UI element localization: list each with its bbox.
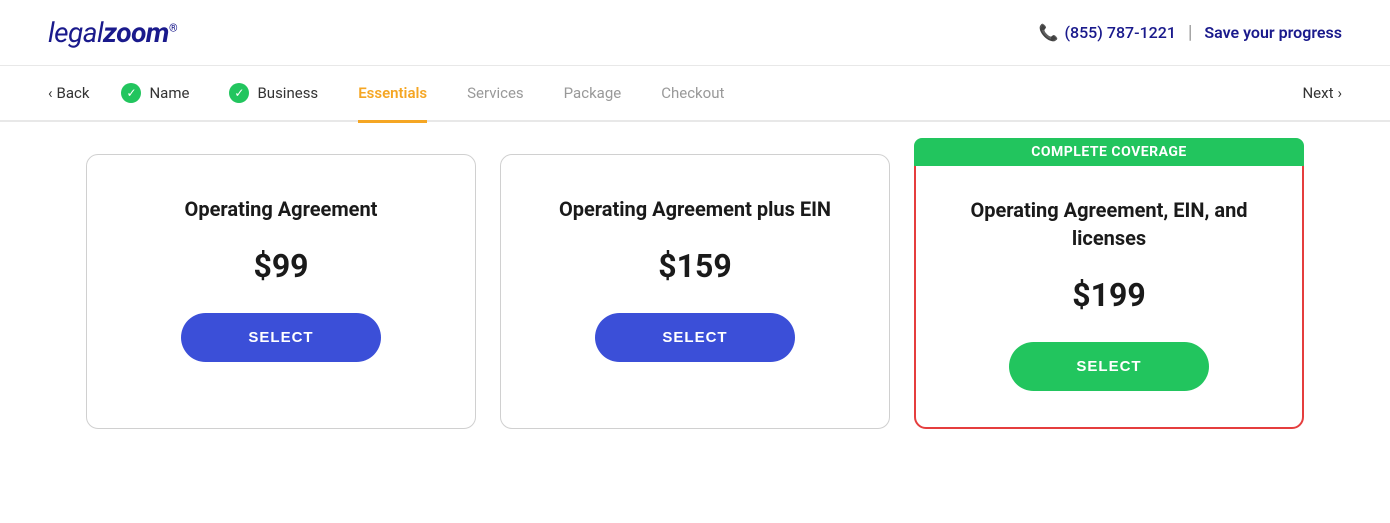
logo-trademark: ®	[169, 22, 177, 35]
nav-step-checkout-label: Checkout	[661, 84, 724, 102]
main-content: Operating Agreement $99 SELECT Operating…	[0, 122, 1390, 461]
card-3-price: $199	[1072, 276, 1145, 314]
phone-number: (855) 787-1221	[1064, 23, 1175, 42]
cards-container: Operating Agreement $99 SELECT Operating…	[48, 154, 1342, 429]
header-right: 📞 (855) 787-1221 | Save your progress	[1039, 22, 1342, 43]
header: legalzoom® 📞 (855) 787-1221 | Save your …	[0, 0, 1390, 66]
nav-bar: ‹ Back ✓ Name ✓ Business Essentials Serv…	[0, 66, 1390, 122]
card-2-title: Operating Agreement plus EIN	[559, 195, 831, 223]
header-separator: |	[1188, 22, 1192, 43]
nav-step-checkout[interactable]: Checkout	[661, 66, 724, 123]
logo-legal: legalzoom®	[48, 16, 177, 49]
nav-step-essentials[interactable]: Essentials	[358, 66, 427, 123]
phone-icon: 📞	[1039, 23, 1059, 42]
nav-step-name[interactable]: ✓ Name	[121, 65, 189, 124]
check-icon-name: ✓	[121, 83, 141, 103]
card-1-select-button[interactable]: SELECT	[181, 313, 381, 362]
check-icon-business: ✓	[229, 83, 249, 103]
card-1-title: Operating Agreement	[185, 195, 378, 223]
nav-step-name-label: Name	[149, 84, 189, 102]
card-3-title: Operating Agreement, EIN, and licenses	[948, 196, 1270, 252]
card-operating-agreement-ein: Operating Agreement plus EIN $159 SELECT	[500, 154, 890, 429]
nav-step-services-label: Services	[467, 84, 524, 102]
card-2-price: $159	[658, 247, 731, 285]
nav-step-essentials-label: Essentials	[358, 84, 427, 102]
logo: legalzoom®	[48, 16, 177, 49]
nav-steps: ✓ Name ✓ Business Essentials Services Pa…	[121, 65, 1302, 122]
nav-step-package[interactable]: Package	[564, 66, 622, 123]
back-button[interactable]: ‹ Back	[48, 84, 89, 102]
back-label: Back	[57, 84, 90, 102]
nav-step-business-label: Business	[257, 84, 318, 102]
card-2-select-button[interactable]: SELECT	[595, 313, 795, 362]
next-label: Next	[1302, 84, 1333, 102]
chevron-right-icon: ›	[1337, 84, 1342, 102]
nav-step-package-label: Package	[564, 84, 622, 102]
card-3-select-button[interactable]: SELECT	[1009, 342, 1209, 391]
next-button[interactable]: Next ›	[1302, 84, 1342, 102]
chevron-left-icon: ‹	[48, 84, 53, 102]
save-progress-link[interactable]: Save your progress	[1204, 23, 1342, 42]
card-complete-coverage: COMPLETE COVERAGE Operating Agreement, E…	[914, 154, 1304, 429]
card-1-price: $99	[253, 247, 308, 285]
complete-coverage-badge: COMPLETE COVERAGE	[914, 138, 1304, 166]
card-operating-agreement: Operating Agreement $99 SELECT	[86, 154, 476, 429]
nav-step-business[interactable]: ✓ Business	[229, 65, 318, 124]
phone-link[interactable]: 📞 (855) 787-1221	[1039, 23, 1176, 42]
nav-step-services[interactable]: Services	[467, 66, 524, 123]
